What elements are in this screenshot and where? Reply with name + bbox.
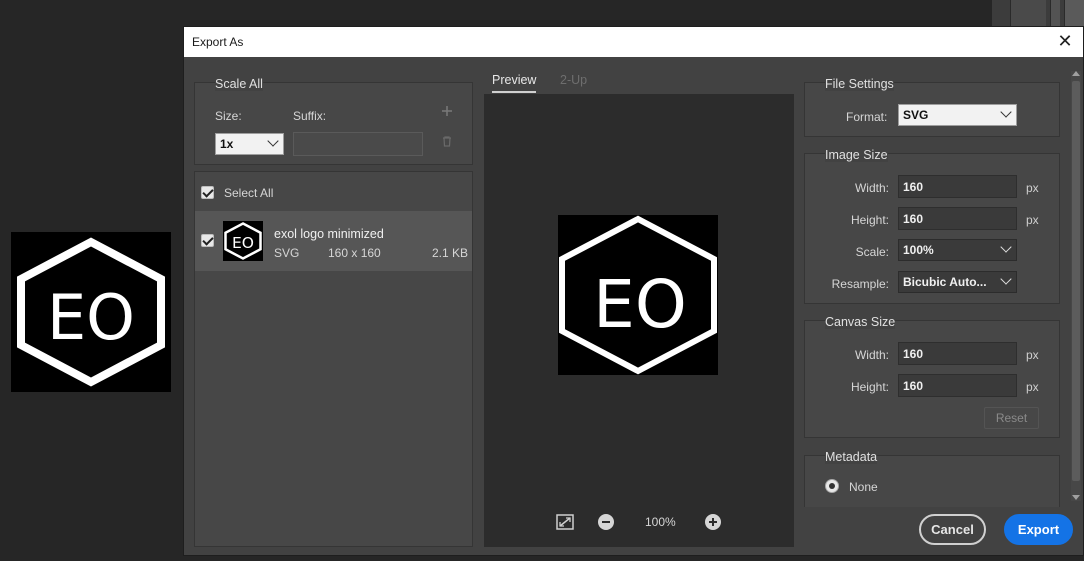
size-select-value: 1x [220, 137, 234, 151]
toolbar-cell [1050, 0, 1060, 26]
canvas-width-label: Width: [854, 348, 889, 362]
zoom-in-icon[interactable] [705, 514, 721, 530]
unit-label: px [1026, 181, 1039, 195]
resample-label: Resample: [831, 277, 889, 291]
hexagon-logo-icon: EO [224, 222, 262, 260]
canvas-height-value: 160 [903, 379, 924, 393]
resample-select-value: Bicubic Auto... [903, 275, 987, 289]
logo-text: EO [232, 234, 254, 252]
image-height-input[interactable]: 160 [898, 207, 1017, 230]
canvas-size-panel: Canvas Size Width: 160 px Height: 160 px… [804, 315, 1060, 438]
toolbar-cell [1064, 0, 1084, 26]
chevron-down-icon [1000, 241, 1012, 253]
logo-text: EO [593, 266, 687, 343]
zoom-out-icon[interactable] [598, 514, 614, 530]
plus-icon[interactable] [441, 105, 453, 117]
fit-view-icon[interactable] [556, 514, 574, 530]
metadata-none-label: None [849, 480, 878, 494]
asset-checkbox[interactable] [201, 234, 214, 247]
width-label: Width: [854, 181, 889, 195]
app-toolbar-strip [992, 0, 1084, 26]
suffix-input[interactable] [293, 132, 423, 156]
chevron-down-icon [267, 135, 279, 147]
scale-all-title: Scale All [215, 77, 263, 91]
trash-icon[interactable] [441, 135, 453, 147]
dialog-title: Export As [192, 35, 244, 49]
format-label: Format: [846, 110, 888, 124]
asset-name: exol logo minimized [274, 227, 384, 241]
resample-select[interactable]: Bicubic Auto... [898, 271, 1017, 293]
unit-label: px [1026, 213, 1039, 227]
file-settings-panel: File Settings Format: SVG [804, 77, 1060, 137]
asset-list-item[interactable]: EO exol logo minimized SVG 160 x 160 2.1… [195, 211, 472, 271]
suffix-label: Suffix: [293, 109, 327, 123]
unit-label: px [1026, 348, 1039, 362]
metadata-title: Metadata [825, 450, 878, 464]
zoom-level: 100% [645, 515, 676, 529]
scale-label: Scale: [855, 245, 889, 259]
canvas-height-input[interactable]: 160 [898, 374, 1017, 397]
image-size-panel: Image Size Width: 160 px Height: 160 px … [804, 148, 1060, 304]
metadata-panel: Metadata None [804, 450, 1060, 507]
canvas-width-value: 160 [903, 347, 924, 361]
scroll-down-icon[interactable] [1072, 495, 1080, 500]
image-height-value: 160 [903, 212, 924, 226]
size-select[interactable]: 1x [215, 133, 284, 155]
toolbar-cell [1010, 0, 1046, 26]
chevron-down-icon [1000, 273, 1012, 285]
file-settings-title: File Settings [825, 77, 894, 91]
size-label: Size: [215, 109, 242, 123]
metadata-none-radio[interactable] [825, 479, 839, 493]
chevron-down-icon [1000, 106, 1012, 118]
settings-scrollbar[interactable] [1071, 71, 1081, 501]
hexagon-logo-icon: EO [17, 237, 165, 387]
scale-all-panel: Scale All Size: Suffix: 1x [194, 77, 473, 165]
format-select-value: SVG [903, 108, 929, 122]
image-size-title: Image Size [825, 148, 888, 162]
close-icon[interactable]: ✕ [1055, 31, 1075, 51]
image-width-value: 160 [903, 180, 924, 194]
select-all-checkbox[interactable] [201, 186, 214, 199]
reset-button[interactable]: Reset [984, 407, 1039, 429]
canvas-height-label: Height: [850, 380, 889, 394]
cancel-button[interactable]: Cancel [919, 514, 986, 545]
asset-thumbnail: EO [223, 221, 263, 261]
export-as-dialog: Export As ✕ Scale All Size: Suffix: 1x S… [183, 26, 1084, 556]
asset-format: SVG [274, 246, 300, 260]
select-all-label: Select All [224, 186, 274, 200]
scrollbar-thumb[interactable] [1072, 81, 1080, 481]
scale-select[interactable]: 100% [898, 239, 1017, 261]
scroll-up-icon[interactable] [1072, 71, 1080, 76]
height-label: Height: [850, 213, 889, 227]
unit-label: px [1026, 380, 1039, 394]
tab-preview[interactable]: Preview [492, 73, 537, 93]
export-button[interactable]: Export [1004, 514, 1073, 545]
asset-file-size: 2.1 KB [431, 246, 468, 260]
dialog-titlebar: Export As ✕ [184, 27, 1083, 57]
canvas-width-input[interactable]: 160 [898, 342, 1017, 365]
preview-image: EO [558, 215, 718, 375]
canvas-size-title: Canvas Size [825, 315, 896, 329]
logo-text: EO [47, 281, 135, 354]
image-width-input[interactable]: 160 [898, 175, 1017, 198]
asset-dimensions: 160 x 160 [328, 246, 381, 260]
preview-area: EO 100% [484, 94, 794, 547]
format-select[interactable]: SVG [898, 104, 1017, 126]
scale-select-value: 100% [903, 243, 934, 257]
tab-2-up[interactable]: 2-Up [560, 73, 587, 87]
hexagon-logo-icon: EO [559, 215, 717, 375]
canvas-logo-image: EO [11, 232, 171, 392]
